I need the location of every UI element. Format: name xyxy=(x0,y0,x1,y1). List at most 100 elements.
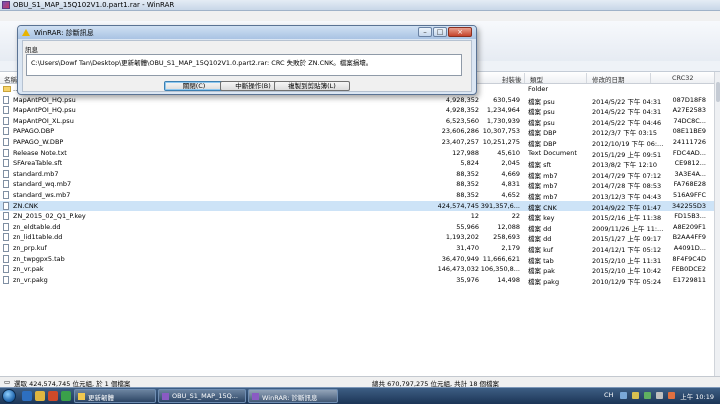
folder-icon xyxy=(3,86,11,92)
file-row[interactable]: PAPAGO.DBP 23,606,286 10,307,753 檔案 DBP 2012… xyxy=(0,126,714,137)
column-packed[interactable]: 封裝後 xyxy=(502,74,522,84)
file-crc: A4091D... xyxy=(673,244,706,252)
file-icon xyxy=(3,222,9,231)
file-modified: 2014/5/22 下午 04:31 xyxy=(592,108,662,117)
file-list[interactable]: .. Folder MapAntPOI_HQ.psu 4,928,352 630,549… xyxy=(0,84,714,376)
file-row[interactable]: zn_lid1table.dd 1,193,202 258,693 檔案 dd 2015… xyxy=(0,232,714,243)
file-packed: 4,669 xyxy=(501,169,520,178)
file-packed: 1,730,939 xyxy=(486,116,520,125)
file-type: Folder xyxy=(528,85,549,93)
ie-icon[interactable] xyxy=(22,391,32,401)
close-window-button[interactable]: × xyxy=(448,27,472,37)
column-separator[interactable] xyxy=(586,73,587,83)
network-icon[interactable] xyxy=(644,392,651,399)
file-crc: FD15B3... xyxy=(674,212,706,221)
file-modified: 2013/8/2 下午 12:10 xyxy=(592,161,658,170)
taskbar-item-folder[interactable]: 更新韌體 xyxy=(74,389,156,403)
file-row[interactable]: Release Note.txt 127,988 45,610 Text Docume… xyxy=(0,148,714,159)
file-crc: 087D18F8 xyxy=(672,95,706,104)
column-crc[interactable]: CRC32 xyxy=(672,74,694,82)
file-type: 檔案 DBP xyxy=(528,129,557,138)
copy-to-clipboard-button[interactable]: 複製到剪貼簿(L) xyxy=(274,81,350,91)
file-size: 424,574,745 xyxy=(437,201,479,210)
file-size: 4,928,352 xyxy=(445,106,479,115)
column-type[interactable]: 類型 xyxy=(530,74,543,84)
file-row[interactable]: MapAntPOI_HQ.psu 4,928,352 1,234,964 檔案 psu… xyxy=(0,105,714,116)
file-row[interactable]: MapAntPOI_XL.psu 6,523,560 1,730,939 檔案 psu… xyxy=(0,116,714,127)
file-row[interactable]: SFAreaTable.sft 5,824 2,045 檔案 sft 2013/8/2 … xyxy=(0,158,714,169)
menubar xyxy=(0,11,720,21)
file-crc: E1729811 xyxy=(672,275,706,284)
file-size: 12 xyxy=(470,212,479,221)
file-row[interactable]: MapAntPOI_HQ.psu 4,928,352 630,549 檔案 psu 20… xyxy=(0,95,714,106)
dialog-titlebar[interactable]: WinRAR: 診斷訊息 – □ × xyxy=(18,26,476,39)
column-name[interactable]: 名稱 xyxy=(4,74,17,84)
file-name: zn_twpgpx5.tab xyxy=(13,254,65,263)
file-row[interactable]: zn_vr.pakg 35,976 14,498 檔案 pakg 2010/12/9 下… xyxy=(0,275,714,286)
taskbar-item-dialog[interactable]: WinRAR: 診斷訊息 xyxy=(248,389,338,403)
file-packed: 258,693 xyxy=(493,233,520,242)
window-title: OBU_S1_MAP_15Q102V1.0.part1.rar - WinRAR xyxy=(13,1,175,9)
column-separator[interactable] xyxy=(524,73,525,83)
volume-icon[interactable] xyxy=(656,392,663,399)
close-button[interactable]: 關閉(C) xyxy=(164,81,224,91)
message-list[interactable]: C:\Users\Dowf Tan\Desktop\更新韌體\OBU_S1_MA… xyxy=(26,54,462,76)
file-row[interactable]: ZN.CNK 424,574,745 391,357,6... 檔案 CNK 2014/… xyxy=(0,200,714,212)
file-crc: 08E11BE9 xyxy=(672,127,706,136)
tray-app-icon[interactable] xyxy=(668,392,675,399)
file-icon xyxy=(3,275,9,284)
file-row[interactable]: zn_vr.pak 146,473,032 106,350,8... 檔案 pak 20… xyxy=(0,264,714,275)
file-type: 檔案 dd xyxy=(528,224,552,233)
minimize-button[interactable]: – xyxy=(418,27,432,37)
file-size: 23,606,286 xyxy=(441,127,479,136)
file-icon xyxy=(3,138,9,146)
file-name: zn_vr.pakg xyxy=(13,275,48,284)
language-indicator[interactable]: CH xyxy=(604,391,613,399)
tray-app-icon[interactable] xyxy=(632,392,639,399)
file-packed: 106,350,8... xyxy=(480,265,520,274)
file-row[interactable]: standard.mb7 88,352 4,669 檔案 mb7 2014/7/29 下… xyxy=(0,169,714,180)
window-titlebar: OBU_S1_MAP_15Q102V1.0.part1.rar - WinRAR xyxy=(0,0,720,11)
file-name: MapAntPOI_HQ.psu xyxy=(13,95,76,104)
file-name: standard.mb7 xyxy=(13,169,59,178)
vertical-scrollbar[interactable] xyxy=(714,72,720,376)
file-packed: 2,179 xyxy=(501,244,520,252)
file-row[interactable]: zn_prp.kuf 31,470 2,179 檔案 kuf 2014/12/1 下午 … xyxy=(0,243,714,254)
file-icon xyxy=(3,116,9,125)
column-separator[interactable] xyxy=(650,73,651,83)
file-packed: 22 xyxy=(511,212,520,221)
system-tray: CH 上午 10:19 xyxy=(600,388,720,404)
file-row[interactable]: ZN_2015_02_Q1_P.key 12 22 檔案 key 2015/2/16 上… xyxy=(0,211,714,222)
file-modified: 2014/7/28 下午 08:53 xyxy=(592,182,662,191)
file-icon xyxy=(3,265,9,274)
file-packed: 14,498 xyxy=(497,275,520,284)
file-type: 檔案 dd xyxy=(528,235,552,244)
file-row[interactable]: standard_ws.mb7 88,352 4,652 檔案 mb7 2013/12/… xyxy=(0,190,714,201)
file-row[interactable]: zn_eldtable.dd 55,966 12,088 檔案 dd 2009/11/2… xyxy=(0,222,714,233)
winrar-icon xyxy=(252,393,259,400)
file-row[interactable]: PAPAGO_W.DBP 23,407,257 10,251,275 檔案 DBP 20… xyxy=(0,137,714,148)
diagnostic-dialog: WinRAR: 診斷訊息 – □ × 訊息 C:\Users\Dowf Tan\… xyxy=(17,25,477,95)
error-message[interactable]: C:\Users\Dowf Tan\Desktop\更新韌體\OBU_S1_MA… xyxy=(31,57,372,67)
maximize-button[interactable]: □ xyxy=(433,27,447,37)
file-row[interactable]: standard_wq.mb7 88,352 4,831 檔案 mb7 2014/7/2… xyxy=(0,179,714,190)
tray-app-icon[interactable] xyxy=(620,392,627,399)
media-player-icon[interactable] xyxy=(48,391,58,401)
file-modified: 2015/1/29 上午 09:51 xyxy=(592,150,662,159)
clock[interactable]: 上午 10:19 xyxy=(680,391,714,401)
file-name: PAPAGO_W.DBP xyxy=(13,138,64,146)
file-icon xyxy=(3,106,9,115)
file-size: 127,988 xyxy=(452,148,479,157)
file-size: 31,470 xyxy=(456,244,479,252)
explorer-icon[interactable] xyxy=(35,391,45,401)
start-button[interactable] xyxy=(2,389,16,403)
app-quicklaunch-icon[interactable] xyxy=(61,391,71,401)
column-modified[interactable]: 修改的日期 xyxy=(592,74,625,84)
scrollbar-thumb[interactable] xyxy=(716,82,720,102)
file-icon xyxy=(3,95,9,104)
file-row[interactable]: zn_twpgpx5.tab 36,470,949 11,666,621 檔案 tab… xyxy=(0,254,714,265)
file-type: 檔案 mb7 xyxy=(528,171,558,180)
file-crc: FDC4AD... xyxy=(672,148,706,157)
taskbar-item-winrar[interactable]: OBU_S1_MAP_15Q... xyxy=(158,389,246,403)
file-packed: 45,610 xyxy=(497,148,520,157)
